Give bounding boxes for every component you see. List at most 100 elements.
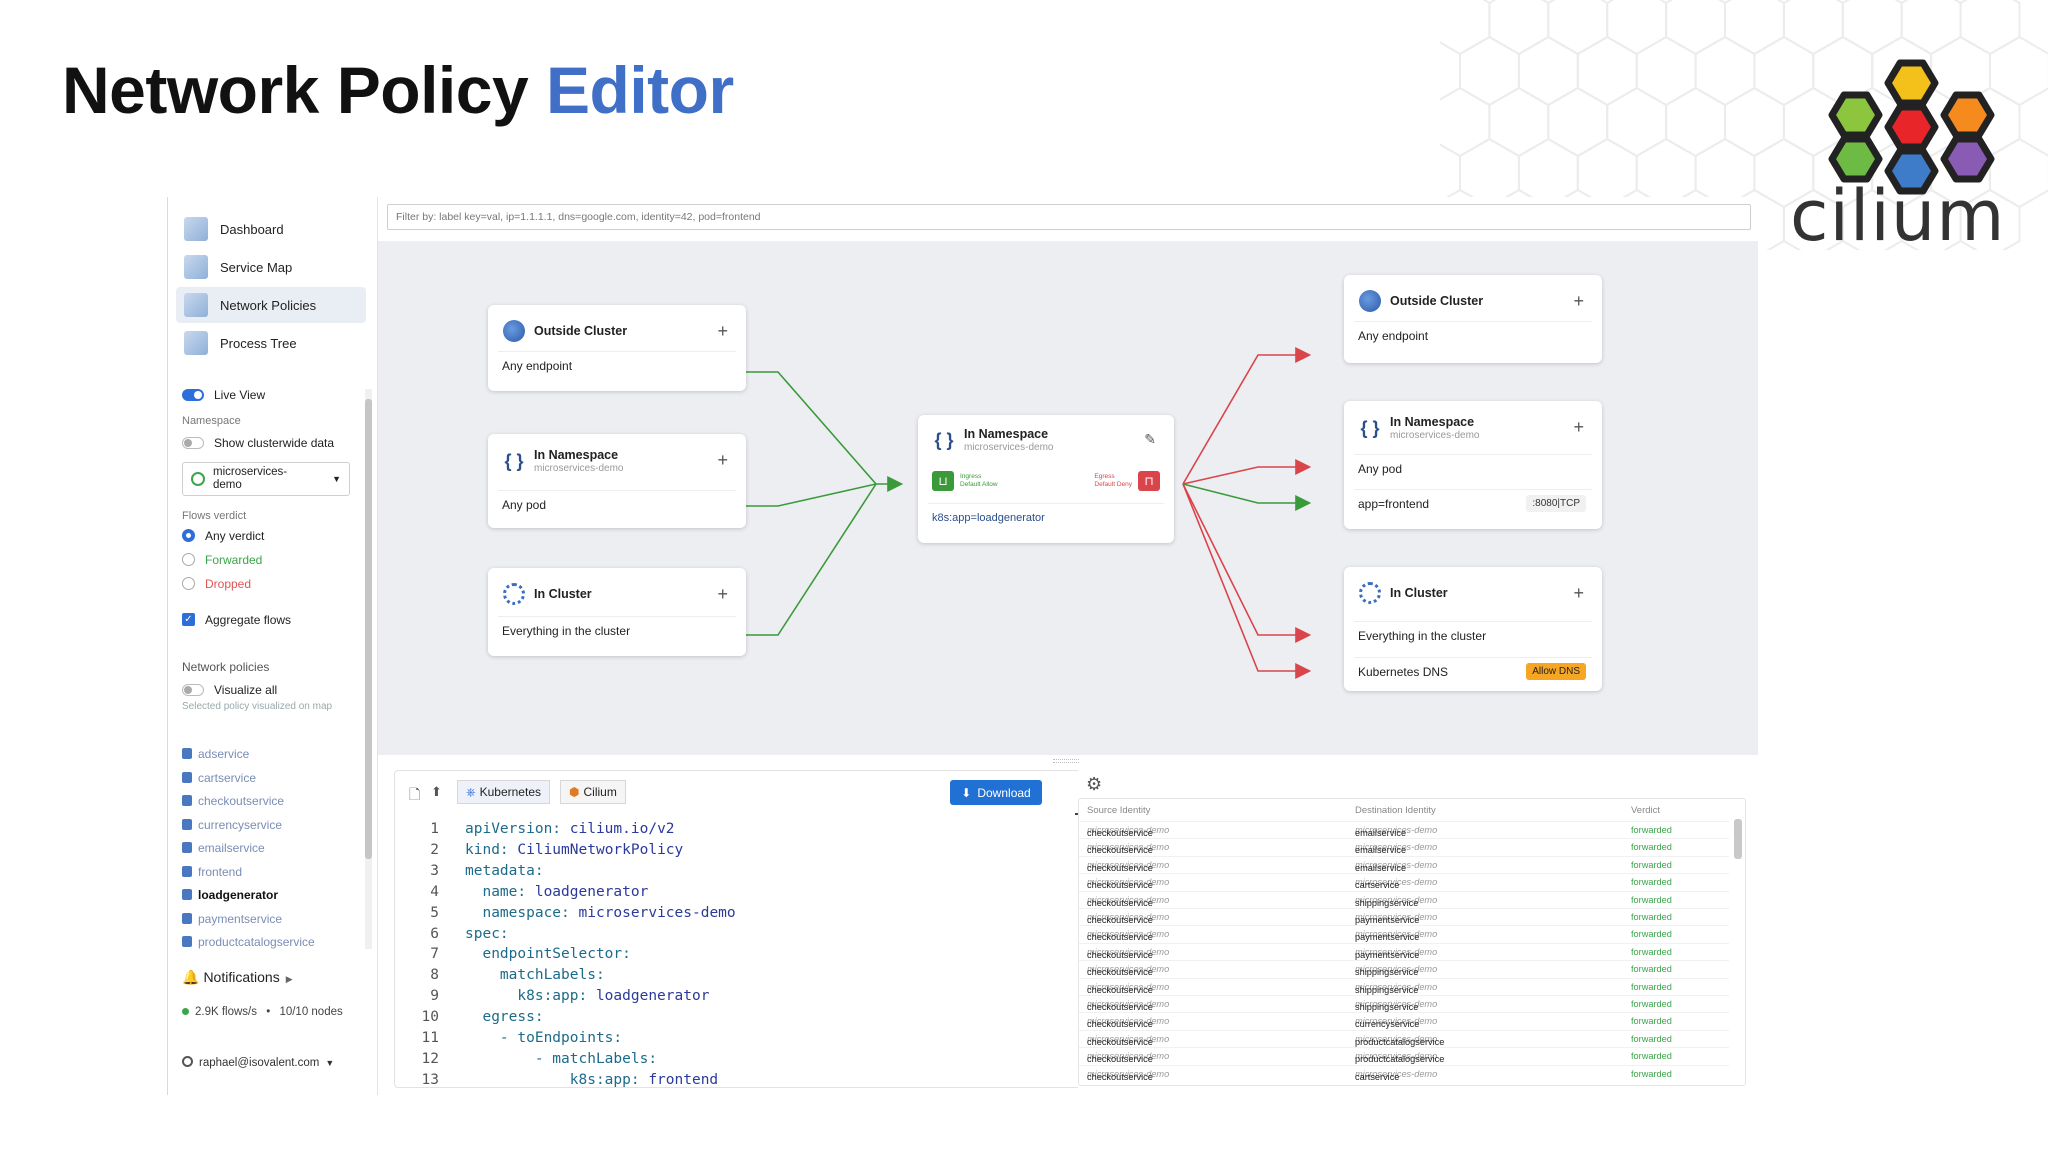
nav-process-tree[interactable]: Process Tree (176, 325, 366, 361)
globe-icon (502, 319, 526, 343)
card-row[interactable]: Everything in the cluster (1354, 621, 1592, 649)
add-rule-button[interactable]: + (1573, 417, 1584, 438)
separator-dot: • (266, 1006, 271, 1018)
upload-icon[interactable]: ⬆ (431, 784, 442, 800)
filter-input[interactable]: Filter by: label key=val, ip=1.1.1.1, dn… (387, 204, 1751, 230)
nav-network-policies[interactable]: Network Policies (176, 287, 366, 323)
yaml-value: CiliumNetworkPolicy (517, 841, 684, 858)
yaml-code[interactable]: 1 apiVersion: cilium.io/v2 2 kind: CiliumNe… (395, 819, 1075, 1091)
policy-item[interactable]: productcatalogservice (182, 935, 315, 949)
table-row[interactable]: checkoutservice microservices-demo shippi… (1079, 977, 1729, 995)
download-button[interactable]: ⬇ Download (950, 780, 1042, 805)
verdict-forwarded-radio[interactable] (182, 553, 195, 566)
flows-scrollbar[interactable] (1734, 819, 1742, 859)
table-row[interactable]: checkoutservice microservices-demo emails… (1079, 838, 1729, 855)
table-row[interactable]: checkoutservice microservices-demo curren… (1079, 1012, 1729, 1029)
unlock-icon: ⊔ (932, 471, 954, 491)
verdict: forwarded (1631, 825, 1672, 835)
download-icon: ⬇ (961, 785, 972, 800)
table-row[interactable]: checkoutservice microservices-demo shippi… (1079, 995, 1729, 1012)
source-identity: checkoutservice (1087, 915, 1153, 925)
table-row[interactable]: checkoutservice microservices-demo paymen… (1079, 925, 1729, 942)
card-header: In Cluster (1358, 581, 1448, 605)
policy-label: cartservice (198, 770, 257, 785)
ingress-status: ⊔ Ingress Default Allow (932, 471, 998, 491)
table-row[interactable]: checkoutservice microservices-demo emails… (1079, 821, 1729, 838)
policy-item[interactable]: checkoutservice (182, 794, 284, 808)
card-row[interactable]: app=frontend:8080|TCP (1354, 489, 1592, 517)
egress-edge-cluster (1182, 483, 1312, 643)
destination-identity: paymentservice (1355, 915, 1420, 925)
card-row[interactable]: Any endpoint (498, 351, 736, 379)
table-row[interactable]: checkoutservice microservices-demo shippi… (1079, 890, 1729, 908)
table-row[interactable]: checkoutservice microservices-demo produc… (1079, 1029, 1729, 1047)
add-rule-button[interactable]: + (717, 321, 728, 342)
card-title: In Cluster (1390, 586, 1448, 600)
namespace-select[interactable]: microservices-demo ▼ (182, 462, 350, 496)
verdict-dropped-radio[interactable] (182, 577, 195, 590)
table-row[interactable]: checkoutservice microservices-demo emails… (1079, 855, 1729, 873)
verdict-any-radio[interactable] (182, 529, 195, 542)
sidebar-scroll-thumb[interactable] (365, 399, 372, 859)
braces-icon: { } (504, 450, 524, 471)
tab-cilium[interactable]: ⬢ Cilium (560, 780, 626, 804)
table-row[interactable]: checkoutservice microservices-demo cartse… (1079, 1064, 1729, 1082)
code-line: 3 metadata: (395, 861, 1075, 882)
policy-label: productcatalogservice (198, 935, 315, 949)
policy-item[interactable]: emailservice (182, 841, 265, 855)
add-rule-button[interactable]: + (717, 450, 728, 471)
resize-handle[interactable] (1053, 759, 1079, 763)
nav-service-map[interactable]: Service Map (176, 249, 366, 285)
edit-icon[interactable]: ✎ (1144, 431, 1156, 448)
user-menu[interactable]: raphael@isovalent.com ▼ (182, 1056, 334, 1069)
card-subtitle: microservices-demo (534, 463, 624, 474)
card-row[interactable]: Any endpoint (1354, 321, 1592, 349)
add-rule-button[interactable]: + (1573, 583, 1584, 604)
live-view-toggle[interactable] (182, 389, 204, 401)
yaml-key: kind: (465, 841, 518, 858)
card-header: Outside Cluster (1358, 289, 1483, 313)
policy-item[interactable]: loadgenerator (182, 888, 278, 902)
table-row[interactable]: checkoutservice microservices-demo paymen… (1079, 942, 1729, 960)
allow-dns-badge: Allow DNS (1526, 663, 1586, 680)
source-identity: checkoutservice (1087, 932, 1153, 943)
egress-edge-any-pod (1182, 459, 1312, 485)
policy-item[interactable]: frontend (182, 865, 242, 879)
gear-icon[interactable]: ⚙ (1086, 774, 1102, 795)
aggregate-flows-checkbox[interactable]: ✓ (182, 613, 195, 626)
lock-icon (182, 748, 192, 759)
policy-item[interactable]: currencyservice (182, 818, 282, 832)
line-number: 11 (421, 1030, 439, 1047)
verdict: forwarded (1631, 894, 1672, 905)
service-map-icon (184, 255, 208, 279)
add-rule-button[interactable]: + (1573, 291, 1584, 312)
policy-item[interactable]: cartservice (182, 771, 256, 785)
sidebar-scrollbar[interactable] (365, 389, 372, 949)
visualize-all-toggle[interactable] (182, 684, 204, 696)
table-row[interactable]: checkoutservice microservices-demo produc… (1079, 1047, 1729, 1064)
card-row[interactable]: Everything in the cluster (498, 616, 736, 644)
clusterwide-toggle[interactable] (182, 437, 204, 449)
table-row[interactable]: checkoutservice microservices-demo shippi… (1079, 960, 1729, 977)
card-row[interactable]: Kubernetes DNS Allow DNS (1354, 657, 1592, 685)
nav-dashboard[interactable]: Dashboard (176, 211, 366, 247)
add-rule-button[interactable]: + (717, 584, 728, 605)
new-file-icon[interactable]: 🗋 (409, 784, 420, 808)
card-row[interactable]: Any pod (1354, 454, 1592, 482)
policy-item[interactable]: adservice (182, 747, 249, 761)
table-row[interactable]: checkoutservice microservices-demo paymen… (1079, 908, 1729, 925)
destination-identity: cartservice (1355, 880, 1400, 891)
selected-endpoint-card: { } In Namespace microservices-demo ✎ ⊔ In… (918, 415, 1174, 543)
flows-verdict-label: Flows verdict (182, 510, 247, 522)
nav-label: Process Tree (220, 335, 297, 351)
verdict: forwarded (1631, 912, 1672, 922)
tab-kubernetes[interactable]: ⎈ Kubernetes (457, 780, 550, 804)
policy-item[interactable]: paymentservice (182, 912, 282, 926)
table-row[interactable]: checkoutservice microservices-demo cartse… (1079, 873, 1729, 890)
notifications-link[interactable]: 🔔 Notifications ▶ (182, 969, 293, 986)
lock-icon (182, 795, 192, 806)
card-row[interactable]: Any pod (498, 490, 736, 518)
policy-yaml-editor: 🗋 ⬆ ⎈ Kubernetes ⬢ Cilium ⬇ Download 1 apiVe… (394, 770, 1088, 1088)
ingress-edge-namespace (738, 483, 877, 507)
ingress-mode: Default Allow (960, 481, 998, 488)
